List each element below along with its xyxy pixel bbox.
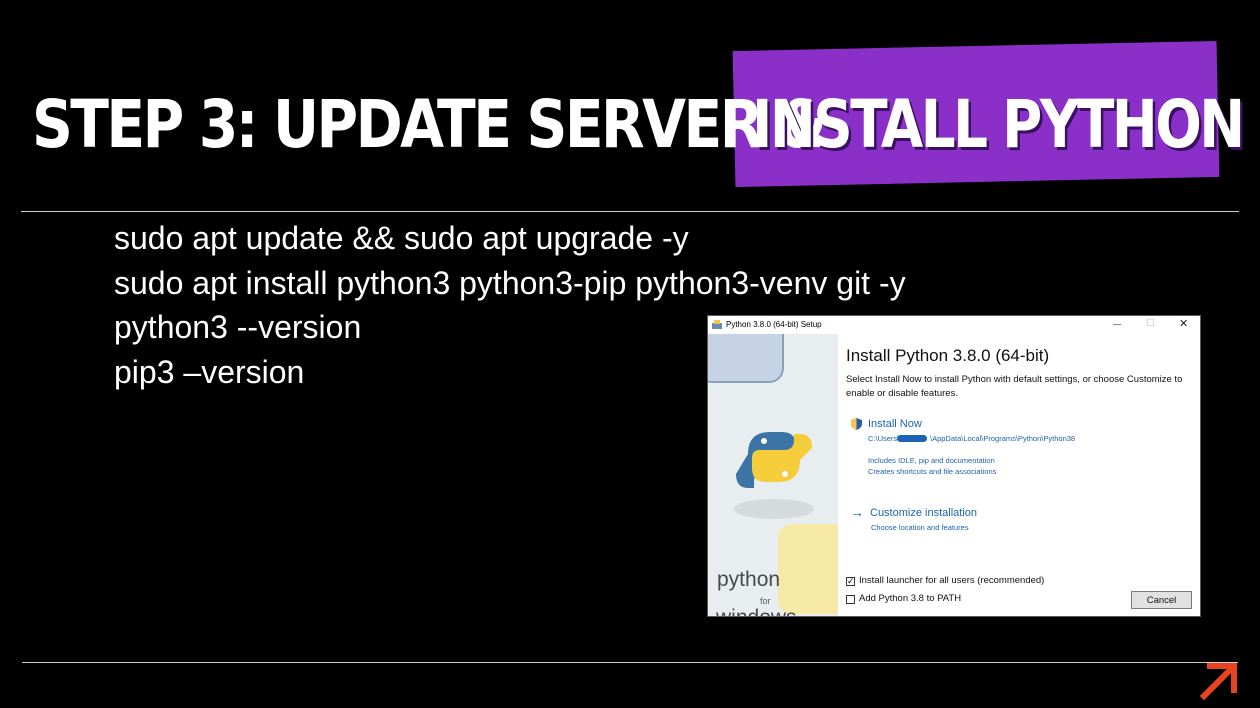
slide-title-part1: STEP 3: UPDATE SERVER &: [32, 86, 828, 163]
arrow-up-right-icon: [1199, 663, 1237, 701]
dialog-description: Select Install Now to install Python wit…: [846, 374, 1183, 399]
admin-shield-icon: [851, 418, 862, 430]
dialog-title: Python 3.8.0 (64-bit) Setup: [726, 320, 822, 329]
install-path-suffix: \AppData\Local\Programs\Python\Python38: [930, 434, 1076, 443]
banner-windows-text: windows: [716, 606, 797, 616]
command-line-4: pip3 –version: [114, 354, 305, 390]
slide-title-part2: INSTALL PYTHON: [752, 86, 1245, 163]
python-setup-icon: [712, 320, 722, 329]
python-logo-icon: [736, 432, 812, 488]
redacted-username: [897, 435, 927, 442]
bottom-divider: [22, 662, 1238, 663]
dialog-side-banner: python for windows: [708, 334, 838, 616]
maximize-button[interactable]: ☐: [1146, 318, 1155, 329]
add-to-path-checkbox[interactable]: [846, 595, 855, 604]
dialog-titlebar: Python 3.8.0 (64-bit) Setup — ☐ ✕: [708, 316, 1200, 334]
command-line-2: sudo apt install python3 python3-pip pyt…: [114, 265, 906, 301]
banner-python-text: python: [717, 568, 781, 591]
customize-detail: Choose location and features: [871, 523, 969, 532]
minimize-button[interactable]: —: [1113, 320, 1121, 329]
install-path-prefix: C:\Users\: [868, 434, 900, 443]
python-setup-dialog: Python 3.8.0 (64-bit) Setup — ☐ ✕ python…: [707, 315, 1201, 617]
dialog-heading: Install Python 3.8.0 (64-bit): [846, 346, 1050, 365]
command-line-1: sudo apt update && sudo apt upgrade -y: [114, 220, 689, 256]
banner-for-text: for: [760, 596, 771, 606]
customize-installation-button[interactable]: Customize installation: [870, 507, 977, 519]
top-divider: [21, 211, 1239, 212]
add-to-path-label: Add Python 3.8 to PATH: [859, 593, 962, 604]
arrow-right-icon: →: [850, 504, 864, 520]
cancel-button[interactable]: Cancel: [1131, 591, 1192, 609]
install-now-detail-1: Includes IDLE, pip and documentation: [868, 456, 995, 465]
install-now-button[interactable]: Install Now: [868, 418, 922, 430]
install-now-detail-2: Creates shortcuts and file associations: [868, 467, 997, 476]
close-button[interactable]: ✕: [1179, 317, 1188, 330]
launcher-all-users-label: Install launcher for all users (recommen…: [859, 575, 1045, 586]
checkmark-icon: ✓: [847, 576, 855, 586]
command-line-3: python3 --version: [114, 309, 362, 345]
